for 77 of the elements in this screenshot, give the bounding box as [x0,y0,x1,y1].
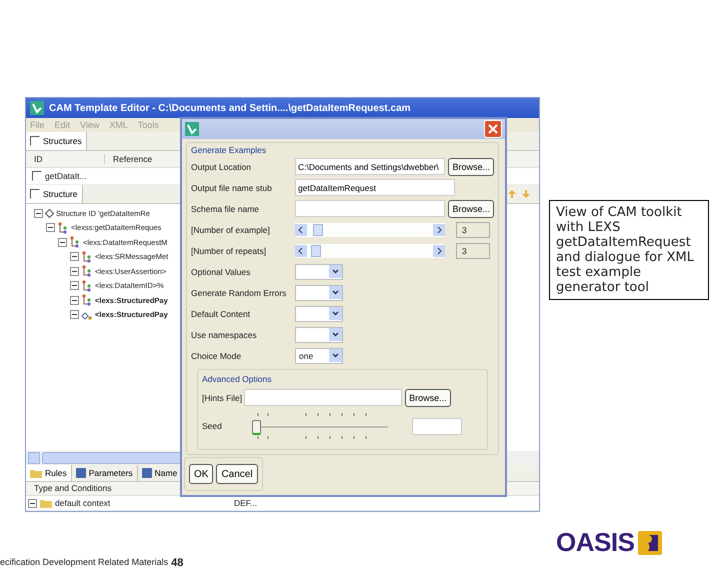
page-number: 48 [171,557,184,569]
logo-text: OASIS [556,527,634,558]
window-title: CAM Template Editor - C:\Documents and Settin....\getDataItemRequest.cam [49,102,411,114]
field-label: Use namespaces [191,330,258,340]
collapse-icon[interactable] [46,223,55,232]
value-display: 3 [456,242,490,258]
up-arrow-icon[interactable] [507,189,517,199]
browse-button[interactable]: Browse... [448,200,494,218]
element-icon [81,265,93,278]
dropdown[interactable] [295,306,343,322]
input-field[interactable]: C:\Documents and Settings\dwebber\ [295,158,446,175]
element-icon [81,280,93,292]
element-icon [69,236,81,248]
field-label: [Hints File] [202,392,242,402]
field-label: Generate Random Errors [191,288,288,298]
field-label: Schema file name [191,204,260,214]
table-cell-text: default context [55,498,112,508]
field-label: Output file name stub [191,182,273,192]
element-icon [57,222,69,234]
close-button[interactable] [484,120,502,138]
collapse-icon[interactable] [34,208,43,218]
field-label: [Number of example] [191,224,271,234]
panel-tab[interactable]: Parameters [72,465,138,481]
field-label: [Number of repeats] [191,246,268,256]
footer-text: ecification Development Related Materials [0,557,168,569]
scroll-slider[interactable] [295,222,445,236]
tab-icon [142,468,152,478]
collapse-icon[interactable] [70,266,79,276]
tab-icon [76,468,86,478]
down-arrow-icon[interactable] [521,189,531,199]
dropdown[interactable]: one [295,348,343,364]
browse-button[interactable]: Browse... [405,388,451,406]
collapse-icon[interactable] [28,498,37,508]
element-icon [81,250,93,263]
field-label: Default Content [191,308,252,318]
field-label: Output Location [191,162,252,172]
scroll-slider[interactable] [295,244,445,258]
scroll-left-button[interactable] [28,452,40,464]
slider-thumb[interactable] [310,244,321,256]
collapse-icon[interactable] [70,310,79,320]
element-icon [81,294,93,306]
dropdown[interactable] [295,264,343,280]
input-field[interactable] [244,389,402,406]
dropdown[interactable] [295,326,343,342]
column-header[interactable]: ID [26,154,105,164]
panel-tab[interactable]: Structures [26,132,87,150]
input-field[interactable]: getDataItemRequest [295,179,455,196]
caption-text: View of CAM toolkit with LEXS getDataItemRequest and dialogue for XML test example generator tool [549,200,709,300]
group-title: Advanced Options [202,374,272,384]
slider-thumb[interactable] [252,420,261,435]
collapse-icon[interactable] [70,281,79,290]
collapse-icon[interactable] [70,296,79,305]
folder-icon [30,468,42,478]
slider-thumb[interactable] [313,224,324,236]
field-label: Seed [202,421,223,431]
field-label: Choice Mode [191,350,242,360]
panel-tab[interactable]: Rules [26,465,72,481]
table-cell: getDataIt... [45,171,87,181]
dialog-button[interactable]: OK [189,464,214,484]
table-cell-text: DEF... [233,498,258,508]
value-display: 3 [456,222,490,238]
collapse-icon[interactable] [58,238,67,247]
browse-button[interactable]: Browse... [448,158,494,176]
logo-icon [638,530,662,554]
group-title: Generate Examples [191,145,266,155]
panel-tab[interactable]: Structure [26,185,82,203]
dialog-button[interactable]: Cancel [216,464,258,484]
collapse-icon[interactable] [70,252,79,262]
input-field[interactable] [295,200,446,217]
dropdown[interactable] [295,284,343,300]
diamond-icon [45,208,54,218]
input-field[interactable] [412,418,462,434]
panel-icon [30,136,40,146]
app-icon [185,122,199,136]
field-label: Optional Values [191,266,252,276]
close-icon [488,124,498,134]
app-icon [30,101,44,115]
